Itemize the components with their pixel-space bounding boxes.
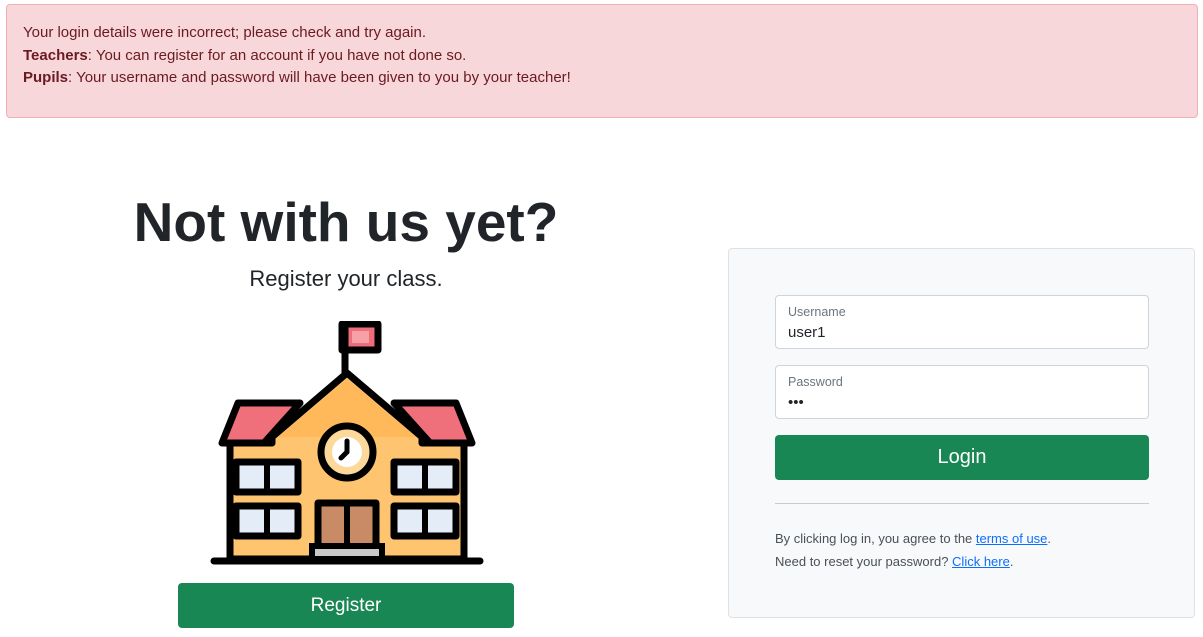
register-heading: Not with us yet? [133,191,559,253]
alert-teachers-line: Teachers: You can register for an accoun… [23,45,1181,68]
reset-note: Need to reset your password? Click here. [775,554,1013,569]
login-error-alert: Your login details were incorrect; pleas… [6,4,1198,118]
terms-suffix: . [1047,531,1052,546]
username-label: Username [788,305,846,319]
terms-of-use-link[interactable]: terms of use [976,531,1048,546]
alert-teachers-label: Teachers [23,46,88,64]
username-input[interactable] [788,321,1128,343]
terms-note: By clicking log in, you agree to the ter… [775,531,1051,546]
password-label: Password [788,375,843,389]
reset-prefix: Need to reset your password? [775,554,953,569]
reset-suffix: . [1009,554,1014,569]
login-button[interactable]: Login [775,435,1149,480]
reset-password-link[interactable]: Click here [952,554,1010,569]
alert-pupils-text: : Your username and password will have b… [68,69,571,86]
register-subheading: Register your class. [249,266,443,291]
school-building-icon [210,321,484,565]
divider [775,503,1149,504]
username-field[interactable]: Username [775,295,1149,349]
alert-pupils-label: Pupils [23,69,69,86]
password-input[interactable] [788,391,1128,413]
alert-message: Your login details were incorrect; pleas… [23,24,427,41]
login-card: Username Password Login By clicking log … [728,248,1195,618]
register-button[interactable]: Register [178,583,514,628]
terms-prefix: By clicking log in, you agree to the [775,531,976,546]
alert-teachers-text: : You can register for an account if you… [87,46,467,64]
alert-pupils-line: Pupils: Your username and password will … [23,67,1181,90]
password-field[interactable]: Password [775,365,1149,419]
